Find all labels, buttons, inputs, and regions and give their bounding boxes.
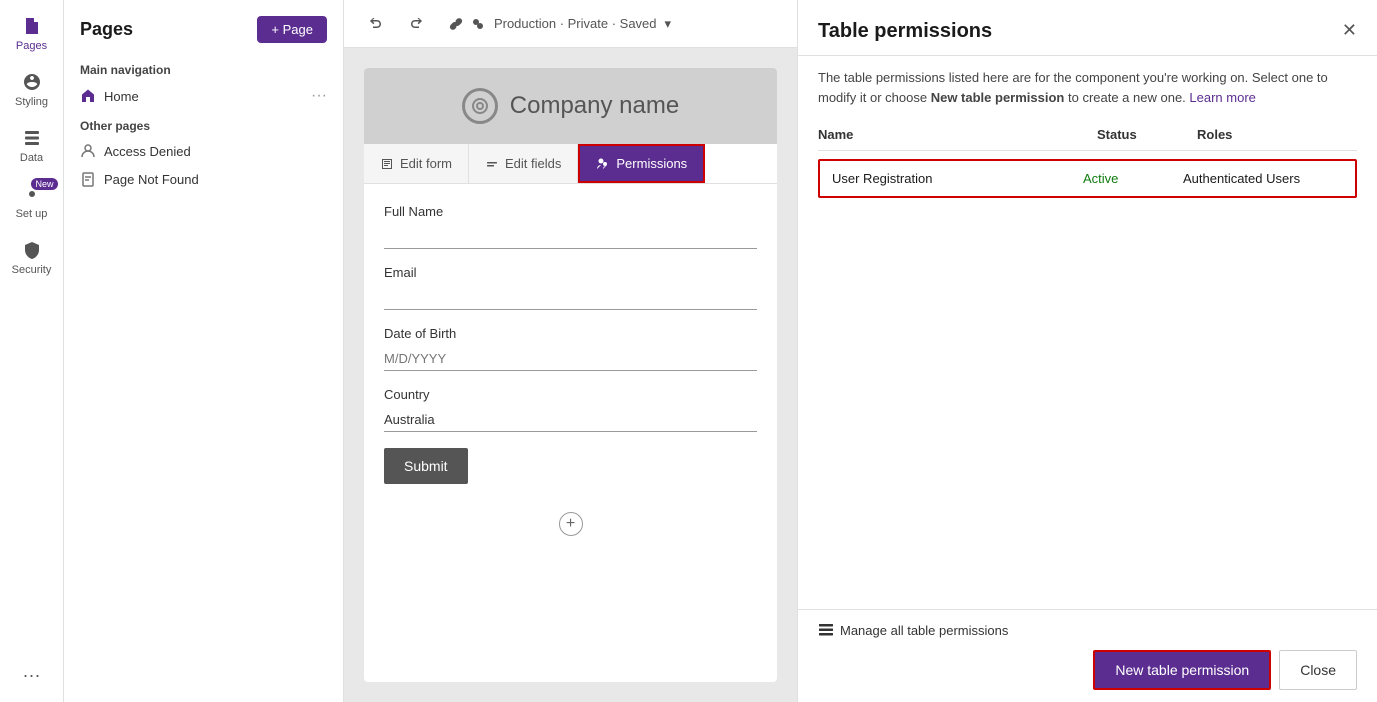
sidebar-data-label: Data bbox=[20, 152, 43, 164]
form-field-dob: Date of Birth bbox=[384, 326, 757, 371]
sidebar-security-label: Security bbox=[12, 264, 52, 276]
manage-all-link[interactable]: Manage all table permissions bbox=[818, 622, 1357, 638]
tab-edit-form[interactable]: Edit form bbox=[364, 144, 469, 183]
company-logo bbox=[462, 88, 498, 124]
redo-button[interactable] bbox=[400, 8, 432, 40]
nav-item-page-not-found-label: Page Not Found bbox=[104, 172, 327, 187]
email-label: Email bbox=[384, 265, 757, 280]
panel-actions: New table permission Close bbox=[818, 650, 1357, 690]
permission-status: Active bbox=[1083, 171, 1183, 186]
sidebar-setup-label: Set up bbox=[16, 208, 48, 220]
canvas-area: Company name Edit form Edit fields Permi… bbox=[344, 48, 797, 702]
sidebar-pages-label: Pages bbox=[16, 40, 47, 52]
tab-edit-fields-label: Edit fields bbox=[505, 156, 561, 171]
country-label: Country bbox=[384, 387, 757, 402]
learn-more-link[interactable]: Learn more bbox=[1189, 90, 1255, 105]
nav-panel-title: Pages bbox=[80, 19, 133, 40]
panel-close-button[interactable]: ✕ bbox=[1342, 20, 1357, 41]
col-status: Status bbox=[1097, 127, 1197, 142]
nav-item-home-label: Home bbox=[104, 89, 303, 104]
nav-panel-header: Pages + Page bbox=[64, 16, 343, 55]
topbar-status[interactable]: Production · Private · Saved ▾ bbox=[470, 16, 671, 32]
sidebar-more[interactable]: ··· bbox=[23, 665, 41, 686]
main-content: Production · Private · Saved ▾ Company n… bbox=[344, 0, 797, 702]
dob-input[interactable] bbox=[384, 347, 757, 371]
sidebar: Pages Styling Data Set up New Security ·… bbox=[0, 0, 64, 702]
setup-badge: New bbox=[31, 178, 57, 190]
sidebar-styling-label: Styling bbox=[15, 96, 48, 108]
link-button[interactable] bbox=[440, 8, 472, 40]
email-input[interactable] bbox=[384, 286, 757, 310]
other-pages-title: Other pages bbox=[64, 111, 343, 137]
fullname-label: Full Name bbox=[384, 204, 757, 219]
close-button[interactable]: Close bbox=[1279, 650, 1357, 690]
add-section-button[interactable]: + bbox=[559, 512, 583, 536]
permission-roles: Authenticated Users bbox=[1183, 171, 1343, 186]
form-tabs: Edit form Edit fields Permissions bbox=[364, 144, 777, 184]
sidebar-item-pages[interactable]: Pages bbox=[4, 8, 60, 60]
form-field-email: Email bbox=[384, 265, 757, 310]
sidebar-item-security[interactable]: Security bbox=[4, 232, 60, 284]
new-permission-button[interactable]: New table permission bbox=[1093, 650, 1271, 690]
undo-button[interactable] bbox=[360, 8, 392, 40]
panel-header: Table permissions ✕ bbox=[798, 0, 1377, 56]
main-nav-title: Main navigation bbox=[64, 55, 343, 81]
submit-button[interactable]: Submit bbox=[384, 448, 468, 484]
company-header: Company name bbox=[364, 68, 777, 144]
sidebar-item-data[interactable]: Data bbox=[4, 120, 60, 172]
nav-item-home[interactable]: Home ··· bbox=[64, 81, 343, 111]
permissions-panel: Table permissions ✕ The table permission… bbox=[797, 0, 1377, 702]
company-name-label: Company name bbox=[510, 92, 679, 120]
topbar-status-label: Production · Private · Saved bbox=[494, 16, 657, 31]
fullname-input[interactable] bbox=[384, 225, 757, 249]
col-roles: Roles bbox=[1197, 127, 1357, 142]
panel-title: Table permissions bbox=[818, 20, 992, 43]
permission-row-user-registration[interactable]: User Registration Active Authenticated U… bbox=[818, 159, 1357, 198]
panel-description: The table permissions listed here are fo… bbox=[798, 56, 1377, 119]
country-input[interactable] bbox=[384, 408, 757, 432]
panel-desc-bold: New table permission bbox=[931, 90, 1065, 105]
form-field-fullname: Full Name bbox=[384, 204, 757, 249]
permission-name: User Registration bbox=[832, 171, 1083, 186]
sidebar-item-setup-wrapper: Set up New bbox=[4, 176, 60, 228]
topbar-tools bbox=[360, 8, 472, 40]
nav-item-access-denied[interactable]: Access Denied bbox=[64, 137, 343, 165]
topbar: Production · Private · Saved ▾ bbox=[344, 0, 797, 48]
nav-item-page-not-found[interactable]: Page Not Found bbox=[64, 165, 343, 193]
form-field-country: Country bbox=[384, 387, 757, 432]
panel-footer: Manage all table permissions New table p… bbox=[798, 609, 1377, 702]
manage-all-link-label: Manage all table permissions bbox=[840, 623, 1008, 638]
nav-panel: Pages + Page Main navigation Home ··· Ot… bbox=[64, 0, 344, 702]
tab-permissions-label: Permissions bbox=[616, 156, 687, 171]
table-header: Name Status Roles bbox=[818, 119, 1357, 151]
tab-edit-fields[interactable]: Edit fields bbox=[469, 144, 578, 183]
col-name: Name bbox=[818, 127, 1097, 142]
canvas-inner: Company name Edit form Edit fields Permi… bbox=[364, 68, 777, 682]
dob-label: Date of Birth bbox=[384, 326, 757, 341]
sidebar-item-styling[interactable]: Styling bbox=[4, 64, 60, 116]
canvas-add-row: + bbox=[364, 504, 777, 544]
panel-desc-text2: to create a new one. bbox=[1064, 90, 1189, 105]
nav-item-home-more[interactable]: ··· bbox=[311, 87, 327, 105]
nav-item-access-denied-label: Access Denied bbox=[104, 144, 327, 159]
tab-edit-form-label: Edit form bbox=[400, 156, 452, 171]
permissions-table: Name Status Roles User Registration Acti… bbox=[798, 119, 1377, 609]
form-body: Full Name Email Date of Birth Country Su… bbox=[364, 184, 777, 504]
add-page-button[interactable]: + Page bbox=[257, 16, 327, 43]
sidebar-item-setup[interactable]: Set up New bbox=[4, 176, 60, 228]
tab-permissions[interactable]: Permissions bbox=[578, 144, 705, 183]
topbar-chevron: ▾ bbox=[665, 16, 672, 32]
